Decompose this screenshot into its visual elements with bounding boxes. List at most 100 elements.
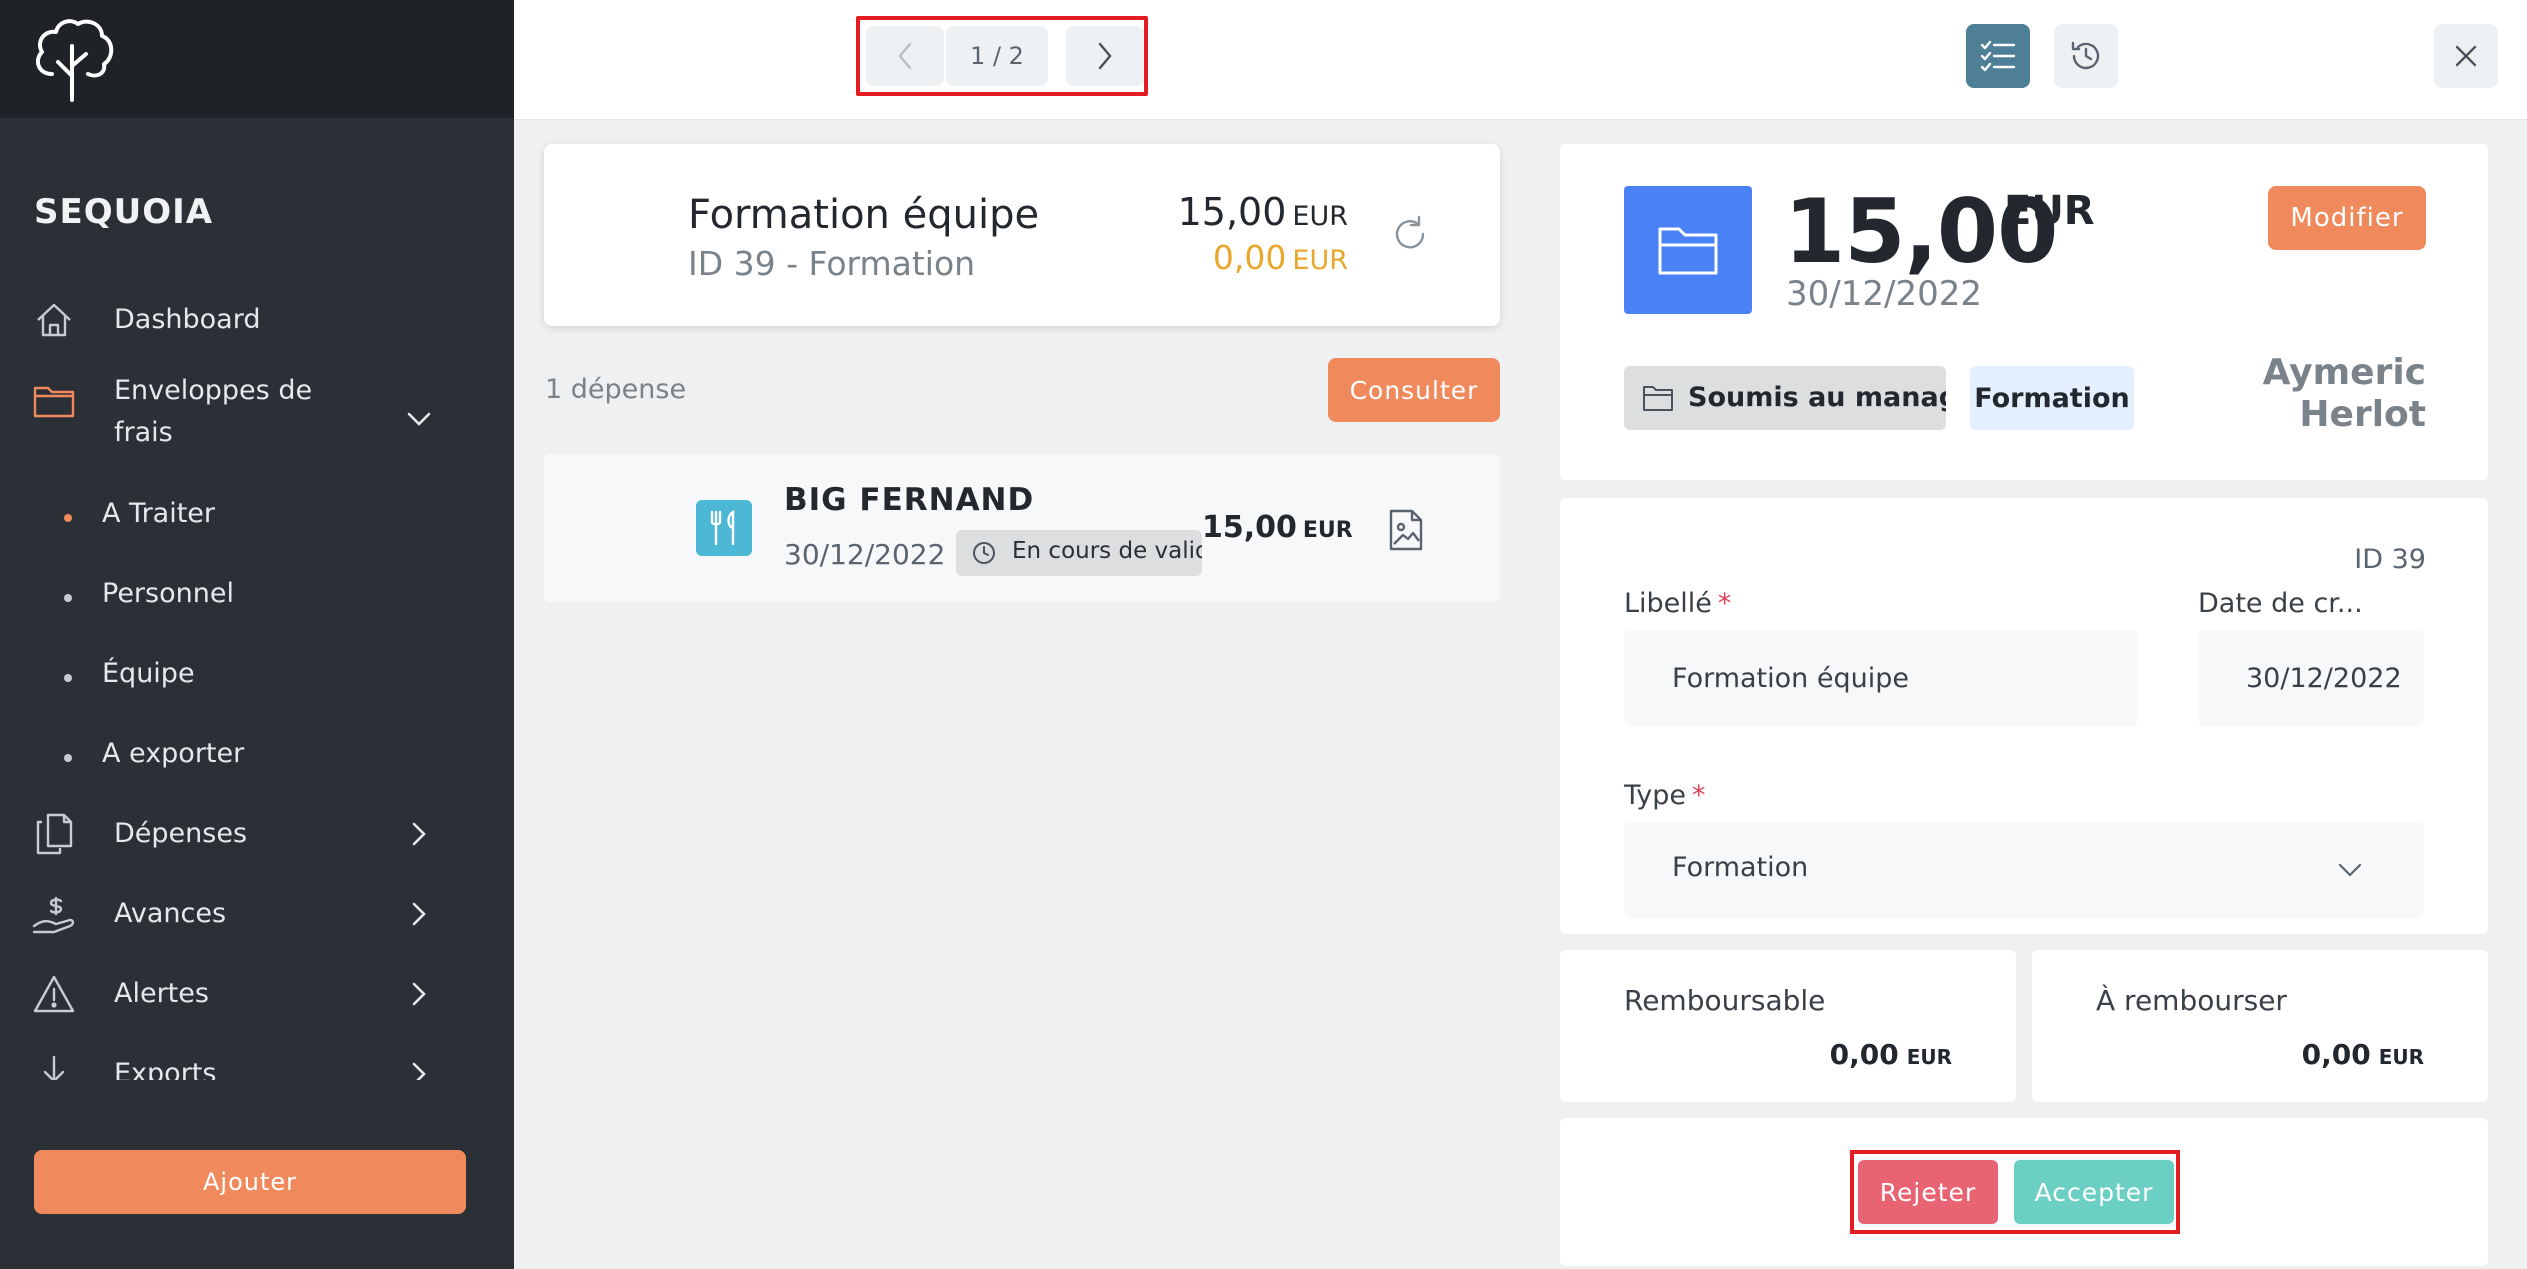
checklist-button[interactable] — [1966, 24, 2030, 88]
reject-button[interactable]: Rejeter — [1858, 1160, 1998, 1224]
to-refund-box: À rembourser 0,00 EUR — [2032, 950, 2488, 1102]
sidebar-item-exports[interactable]: Exports — [0, 1044, 514, 1080]
libelle-input[interactable] — [1624, 630, 2138, 726]
detail-date: 30/12/2022 — [1786, 274, 1982, 314]
consult-button[interactable]: Consulter — [1328, 358, 1500, 422]
chevron-down-icon — [2338, 863, 2362, 877]
action-bar: Rejeter Accepter — [1560, 1118, 2488, 1266]
checklist-icon — [1980, 40, 2016, 72]
type-select-value: Formation — [1672, 852, 1809, 883]
envelope-id: ID 39 — [2354, 544, 2426, 575]
page-counter: 1 / 2 — [946, 26, 1048, 86]
sidebar-nav: Dashboard Enveloppes de frais A Traiter … — [0, 290, 514, 1080]
type-select[interactable]: Formation — [1624, 822, 2424, 918]
folder-icon — [1624, 186, 1752, 314]
bullet-dot — [64, 754, 72, 762]
sidebar-item-alertes[interactable]: Alertes — [0, 964, 514, 1024]
download-icon — [32, 1052, 76, 1080]
envelope-subtitle: ID 39 - Formation — [688, 244, 976, 283]
sidebar-item-dashboard[interactable]: Dashboard — [0, 290, 514, 350]
top-bar: 1 / 2 — [514, 0, 2527, 120]
documents-icon — [32, 812, 76, 856]
envelope-amount: 15,00 EUR — [1177, 190, 1348, 234]
active-dot — [64, 514, 72, 522]
sidebar-subitem-equipe[interactable]: Équipe — [0, 652, 514, 702]
refundable-value: 0,00 EUR — [1829, 1038, 1952, 1071]
type-label: Type * — [1624, 780, 1706, 811]
folder-icon — [1643, 386, 1673, 411]
close-button[interactable] — [2434, 24, 2498, 88]
sidebar-item-label: Exports — [114, 1058, 217, 1080]
tree-icon[interactable] — [32, 16, 116, 102]
warning-icon — [32, 972, 76, 1016]
state-badge-label: Soumis au manager — [1688, 382, 1946, 413]
sidebar-subitem-label: Équipe — [102, 658, 195, 689]
sidebar-subitem-a-exporter[interactable]: A exporter — [0, 732, 514, 782]
chevron-right-icon[interactable] — [404, 1059, 434, 1080]
sidebar-item-label: Dépenses — [114, 818, 248, 849]
history-button[interactable] — [2054, 24, 2118, 88]
sidebar: SEQUOIA Dashboard Enveloppes de frais A … — [0, 0, 514, 1269]
sidebar-subitem-label: Personnel — [102, 578, 234, 609]
sidebar-item-label: Dashboard — [114, 304, 261, 335]
cutlery-icon — [696, 500, 752, 556]
envelope-pending-amount: 0,00 EUR — [1212, 238, 1348, 277]
chevron-down-icon[interactable] — [404, 404, 434, 434]
expense-merchant: BIG FERNAND — [784, 482, 1035, 518]
history-icon — [2071, 41, 2100, 70]
sidebar-item-depenses[interactable]: Dépenses — [0, 804, 514, 864]
creation-date-label: Date de cr... — [2198, 588, 2363, 619]
status-badge-label: En cours de validation — [1012, 538, 1202, 564]
sidebar-subitem-label: A exporter — [102, 738, 245, 769]
envelope-detail-header: 15,00 EUR 30/12/2022 Modifier Soumis au … — [1560, 144, 2488, 480]
sidebar-item-avances[interactable]: Avances — [0, 884, 514, 944]
next-page-button[interactable] — [1066, 26, 1144, 86]
refundable-box: Remboursable 0,00 EUR — [1560, 950, 2016, 1102]
chevron-right-icon[interactable] — [404, 899, 434, 929]
to-refund-value: 0,00 EUR — [2301, 1038, 2424, 1071]
sidebar-item-enveloppes[interactable]: Enveloppes de frais — [0, 370, 514, 466]
creation-date-input[interactable] — [2198, 630, 2424, 726]
sidebar-subitem-personnel[interactable]: Personnel — [0, 572, 514, 622]
home-icon — [32, 298, 76, 342]
bullet-dot — [64, 674, 72, 682]
brand-name: SEQUOIA — [34, 192, 214, 232]
envelope-summary-card[interactable]: Formation équipe ID 39 - Formation 15,00… — [544, 144, 1500, 326]
detail-currency: EUR — [2004, 188, 2095, 234]
page-counter-text: 1 / 2 — [970, 42, 1024, 70]
folder-icon — [32, 378, 76, 422]
state-badge: Soumis au manager — [1624, 366, 1946, 430]
chevron-left-icon — [898, 42, 912, 70]
chevron-right-icon — [1098, 42, 1112, 70]
owner-name: Aymeric Herlot — [2262, 352, 2426, 435]
hand-coin-icon — [32, 892, 76, 936]
status-badge: En cours de validation — [956, 530, 1202, 576]
bullet-dot — [64, 594, 72, 602]
sidebar-item-label: Avances — [114, 898, 227, 929]
sidebar-subitem-label: A Traiter — [102, 498, 216, 529]
refresh-icon[interactable] — [1390, 214, 1430, 254]
close-icon — [2455, 45, 2477, 67]
accept-button[interactable]: Accepter — [2014, 1160, 2174, 1224]
modify-button[interactable]: Modifier — [2268, 186, 2426, 250]
receipt-image-icon[interactable] — [1386, 508, 1426, 552]
previous-page-button[interactable] — [866, 26, 944, 86]
expense-date: 30/12/2022 — [784, 538, 946, 571]
libelle-label: Libellé * — [1624, 588, 1732, 619]
expense-count: 1 dépense — [545, 374, 687, 405]
chevron-right-icon[interactable] — [404, 819, 434, 849]
add-button[interactable]: Ajouter — [34, 1150, 466, 1214]
sidebar-item-label: Alertes — [114, 978, 209, 1009]
to-refund-label: À rembourser — [2096, 984, 2287, 1017]
envelope-form: ID 39 Libellé* Date de cr... Type* Forma… — [1560, 498, 2488, 934]
clock-icon — [973, 542, 995, 564]
sidebar-item-label: Enveloppes de frais — [114, 375, 313, 448]
envelope-title: Formation équipe — [688, 192, 1040, 238]
expense-amount: 15,00 EUR — [1202, 510, 1353, 545]
sidebar-subitem-a-traiter[interactable]: A Traiter — [0, 492, 514, 542]
type-badge: Formation — [1970, 366, 2134, 430]
chevron-right-icon[interactable] — [404, 979, 434, 1009]
sidebar-logo-area — [0, 0, 514, 118]
list-item[interactable]: BIG FERNAND 30/12/2022 En cours de valid… — [544, 454, 1500, 602]
refundable-label: Remboursable — [1624, 984, 1826, 1017]
